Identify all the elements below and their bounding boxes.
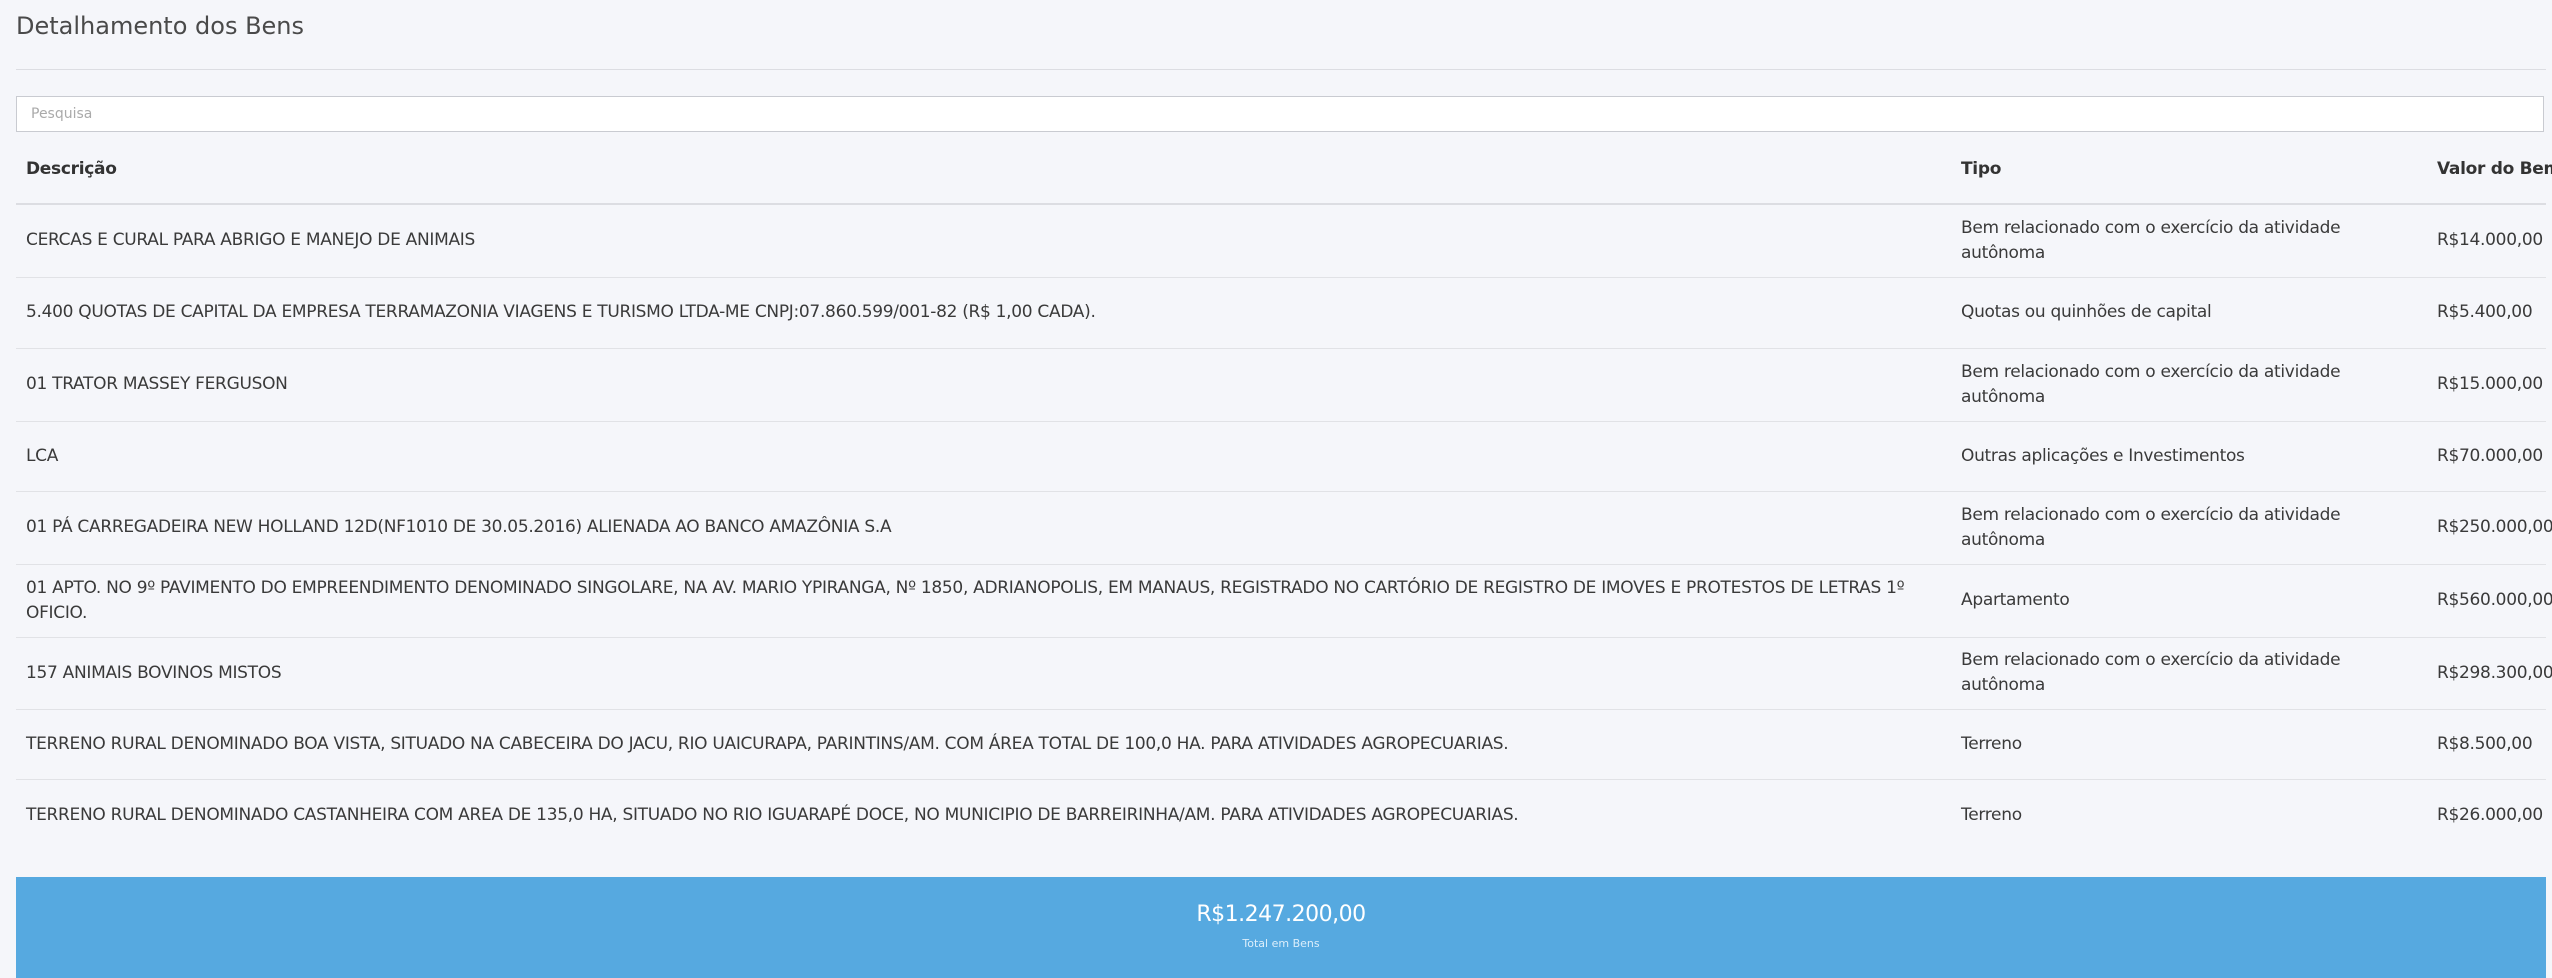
cell-valor: R$70.000,00 [2429,421,2546,492]
cell-descricao: 5.400 QUOTAS DE CAPITAL DA EMPRESA TERRA… [16,277,1951,349]
table-row: 01 PÁ CARREGADEIRA NEW HOLLAND 12D(NF101… [16,491,2552,565]
cell-valor: R$298.300,00 [2429,637,2552,710]
cell-valor: R$26.000,00 [2437,805,2543,826]
cell-valor: R$250.000,00 [2429,491,2552,565]
title-divider [16,69,2546,70]
total-value: R$1.247.200,00 [1196,902,1366,927]
assets-table: Descrição Tipo Valor do Bem CERCAS E CUR… [16,134,2552,852]
cell-descricao: 01 TRATOR MASSEY FERGUSON [16,348,1951,422]
table-row: 01 TRATOR MASSEY FERGUSON Bem relacionad… [16,348,2546,422]
cell-valor: R$560.000,00 [2429,564,2552,638]
column-header-valor[interactable]: Valor do Bem [2429,134,2552,205]
cell-descricao: LCA [16,421,1951,492]
column-header-tipo[interactable]: Tipo [1951,134,2429,205]
cell-valor: R$5.400,00 [2429,277,2546,349]
cell-valor: R$8.500,00 [2429,709,2546,780]
cell-tipo: Bem relacionado com o exercício da ativi… [1951,348,2429,422]
table-row: 5.400 QUOTAS DE CAPITAL DA EMPRESA TERRA… [16,277,2546,349]
table-row: TERRENO RURAL DENOMINADO BOA VISTA, SITU… [16,709,2546,780]
cell-tipo: Quotas ou quinhões de capital [1951,277,2429,349]
search-input[interactable] [16,96,2544,132]
cell-tipo: Outras aplicações e Investimentos [1951,421,2429,492]
cell-tipo: Terreno [1951,709,2429,780]
table-row: 01 APTO. NO 9º PAVIMENTO DO EMPREENDIMEN… [16,564,2552,638]
column-header-descricao[interactable]: Descrição [16,134,1951,205]
cell-tipo: Bem relacionado com o exercício da ativi… [1951,637,2429,710]
cell-descricao: 157 ANIMAIS BOVINOS MISTOS [16,637,1951,710]
cell-descricao: CERCAS E CURAL PARA ABRIGO E MANEJO DE A… [16,204,1951,278]
table-header-row: Descrição Tipo Valor do Bem [16,134,2552,205]
cell-valor: R$14.000,00 [2429,204,2546,278]
cell-valor: R$15.000,00 [2429,348,2546,422]
table-row: 157 ANIMAIS BOVINOS MISTOS Bem relaciona… [16,637,2552,710]
table-row: CERCAS E CURAL PARA ABRIGO E MANEJO DE A… [16,204,2546,278]
cell-tipo: Bem relacionado com o exercício da ativi… [1951,204,2429,278]
cell-descricao: 01 PÁ CARREGADEIRA NEW HOLLAND 12D(NF101… [16,491,1951,565]
cell-descricao: TERRENO RURAL DENOMINADO CASTANHEIRA COM… [26,805,1519,826]
cell-tipo: Apartamento [1951,564,2429,638]
cell-tipo: Bem relacionado com o exercício da ativi… [1951,491,2429,565]
total-label: Total em Bens [1242,937,1320,950]
table-row: LCA Outras aplicações e Investimentos R$… [16,421,2546,492]
cell-descricao: TERRENO RURAL DENOMINADO BOA VISTA, SITU… [16,709,1951,780]
cell-tipo: Terreno [1961,805,2022,826]
table-row: TERRENO RURAL DENOMINADO CASTANHEIRA COM… [16,779,2546,852]
cell-descricao: 01 APTO. NO 9º PAVIMENTO DO EMPREENDIMEN… [16,564,1951,638]
assets-table-container: Descrição Tipo Valor do Bem CERCAS E CUR… [16,134,2552,852]
total-summary-box: R$1.247.200,00 Total em Bens [16,877,2546,978]
panel-title: Detalhamento dos Bens [16,12,305,40]
